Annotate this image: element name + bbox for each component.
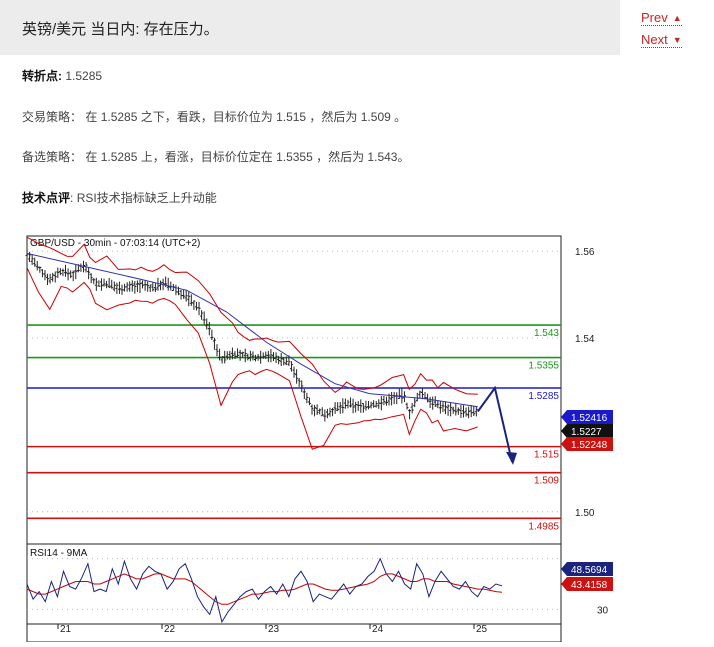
y-tick-label: 1.50 — [575, 508, 595, 519]
x-tick-label: 21 — [60, 624, 72, 635]
level-label: 1.515 — [534, 450, 559, 461]
pivot-value: 1.5285 — [65, 69, 103, 83]
price-badge-label: 1.5227 — [571, 427, 602, 438]
level-label: 1.4985 — [528, 521, 559, 532]
header-banner: 英镑/美元 当日内: 存在压力。 — [0, 0, 620, 55]
x-tick-label: 22 — [164, 624, 176, 635]
y-tick-label: 1.54 — [575, 334, 595, 345]
comment-label: 技术点评 — [22, 191, 71, 205]
rsi-tick-label: 30 — [597, 605, 609, 616]
comment-line: 技术点评: RSI技术指标缺乏上升动能 — [22, 191, 217, 205]
prev-link[interactable]: Prev ▲ — [641, 11, 682, 26]
alternative-label: 备选策略： — [22, 150, 83, 164]
alternative-text: 在 1.5285 上，看涨，目标价位定在 1.5355 ，然后为 1.543。 — [85, 150, 410, 164]
x-tick-label: 23 — [268, 624, 280, 635]
alternative-line: 备选策略： 在 1.5285 上，看涨，目标价位定在 1.5355 ，然后为 1… — [22, 148, 409, 165]
price-badge-label: 1.52248 — [571, 440, 608, 451]
y-tick-label: 1.56 — [575, 247, 595, 258]
page-title: 英镑/美元 当日内: 存在压力。 — [22, 21, 219, 38]
comment-text: RSI技术指标缺乏上升动能 — [76, 191, 217, 205]
rsi-badge-label: 43.4158 — [571, 580, 608, 591]
price-chart: GBP/USD - 30min - 07:03:14 (UTC+2) 1.56 1… — [25, 235, 613, 643]
chart-title: GBP/USD - 30min - 07:03:14 (UTC+2) — [30, 238, 200, 249]
price-badge-label: 1.52416 — [571, 413, 608, 424]
triangle-up-icon: ▲ — [672, 13, 682, 23]
level-label: 1.543 — [534, 328, 559, 339]
pivot-line: 转折点: 1.5285 — [22, 67, 102, 84]
level-label: 1.509 — [534, 476, 559, 487]
level-label: 1.5285 — [528, 391, 559, 402]
level-label: 1.5355 — [528, 361, 559, 372]
x-tick-label: 24 — [372, 624, 384, 635]
triangle-down-icon: ▼ — [672, 35, 682, 45]
pivot-label: 转折点: — [22, 69, 62, 83]
rsi-title: RSI14 - 9MA — [30, 548, 88, 559]
strategy-label: 交易策略： — [22, 110, 83, 124]
next-link[interactable]: Next ▼ — [641, 33, 682, 48]
x-tick-label: 25 — [476, 624, 488, 635]
strategy-text: 在 1.5285 之下，看跌，目标价位为 1.515 ，然后为 1.509 。 — [85, 110, 407, 124]
prev-label: Prev — [641, 10, 668, 25]
chart-area: GBP/USD - 30min - 07:03:14 (UTC+2) 1.56 1… — [0, 230, 620, 643]
strategy-line: 交易策略： 在 1.5285 之下，看跌，目标价位为 1.515 ，然后为 1.… — [22, 108, 406, 125]
next-label: Next — [641, 32, 668, 47]
rsi-badge-label: 48.5694 — [571, 565, 608, 576]
